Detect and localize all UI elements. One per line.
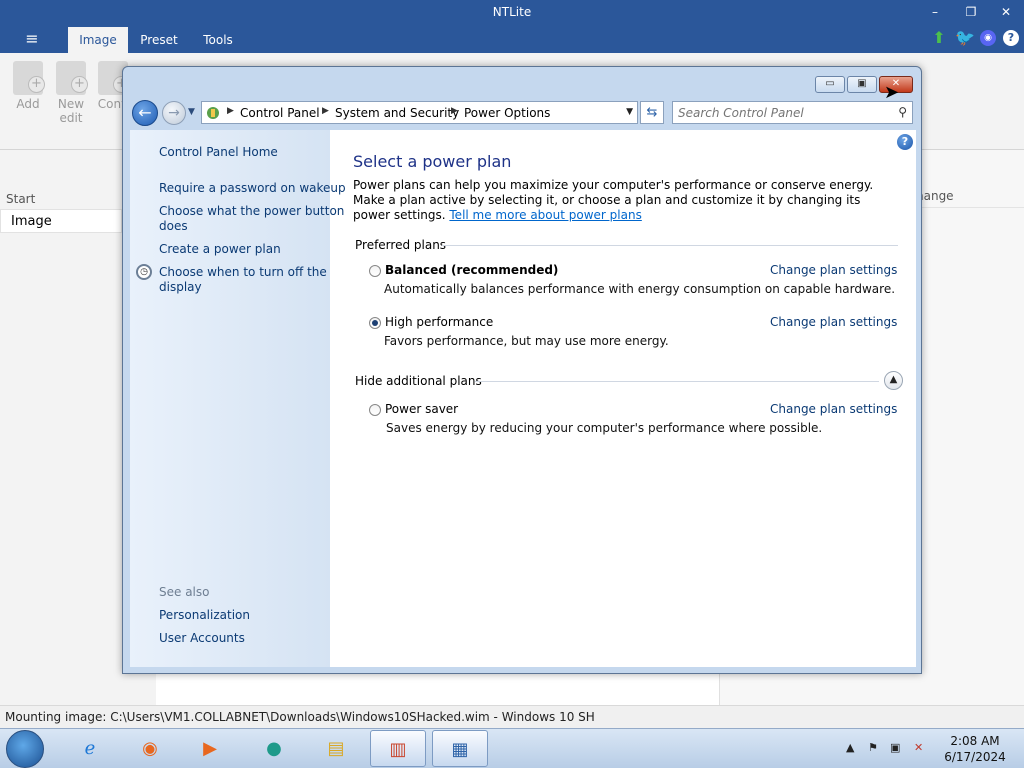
radio-balanced[interactable] xyxy=(369,265,381,277)
see-also-label: See also xyxy=(159,585,210,599)
start-header: Start xyxy=(6,192,36,206)
change-plan-balanced[interactable]: Change plan settings xyxy=(770,263,897,277)
firefox-icon[interactable]: ◉ xyxy=(122,730,178,767)
arrow-up-icon[interactable]: ⬆ xyxy=(930,29,948,47)
breadcrumb-separator-icon: ▶ xyxy=(227,106,234,116)
add-icon xyxy=(13,61,45,95)
address-bar[interactable]: ▶ Control Panel ▶ System and Security ▶ … xyxy=(201,101,638,124)
plan-desc-balanced: Automatically balances performance with … xyxy=(384,282,896,296)
collapse-chevron-icon[interactable]: ▲ xyxy=(884,371,903,390)
refresh-icon: ⇆ xyxy=(646,105,658,120)
status-bar: Mounting image: C:\Users\VM1.COLLABNET\D… xyxy=(0,705,1024,728)
flag-icon[interactable]: ⚑ xyxy=(868,741,878,754)
link-turn-off-display[interactable]: Choose when to turn off the xyxy=(159,265,327,280)
control-panel-icon[interactable]: ▦ xyxy=(432,730,488,767)
control-panel-window: ▭ ▣ ✕ ← → ▼ ▶ Control Panel ▶ System and… xyxy=(122,66,922,674)
help-icon[interactable]: ? xyxy=(897,134,913,150)
twitter-icon[interactable]: 🐦 xyxy=(955,29,975,47)
cp-minimize-button[interactable]: ▭ xyxy=(815,76,845,93)
volume-muted-icon[interactable]: ✕ xyxy=(914,741,923,754)
change-plan-power-saver[interactable]: Change plan settings xyxy=(770,402,897,416)
show-hidden-icons-icon[interactable]: ▲ xyxy=(846,741,854,754)
search-input[interactable] xyxy=(678,104,888,121)
link-require-password[interactable]: Require a password on wakeup xyxy=(159,181,346,196)
add-button[interactable]: Add xyxy=(10,61,46,111)
help-icon[interactable]: ? xyxy=(1003,30,1019,46)
search-box[interactable]: ⚲ xyxy=(672,101,913,124)
page-title: Select a power plan xyxy=(353,152,512,171)
network-icon[interactable]: ▣ xyxy=(890,741,900,754)
restore-button[interactable]: ❐ xyxy=(956,3,986,21)
control-panel-icon xyxy=(207,107,219,119)
forward-button[interactable]: → xyxy=(162,101,186,125)
link-turn-off-display-cont[interactable]: display xyxy=(159,280,202,295)
breadcrumb-system-security[interactable]: System and Security xyxy=(335,106,459,120)
search-icon[interactable]: ⚲ xyxy=(898,105,907,119)
link-personalization[interactable]: Personalization xyxy=(159,608,250,623)
link-control-panel-home[interactable]: Control Panel Home xyxy=(159,145,278,160)
app-icon[interactable]: ● xyxy=(246,730,302,767)
internet-explorer-icon[interactable]: ℯ xyxy=(62,730,118,767)
image-list-item[interactable]: Image xyxy=(0,209,122,233)
change-plan-high-performance[interactable]: Change plan settings xyxy=(770,315,897,329)
menu-icon[interactable]: ≡ xyxy=(22,28,42,50)
start-button[interactable] xyxy=(6,730,44,768)
refresh-button[interactable]: ⇆ xyxy=(640,101,664,124)
breadcrumb-power-options[interactable]: Power Options xyxy=(464,106,550,120)
task-pane: Control Panel Home Require a password on… xyxy=(130,130,346,667)
cp-maximize-button[interactable]: ▣ xyxy=(847,76,877,93)
divider xyxy=(475,381,879,382)
link-user-accounts[interactable]: User Accounts xyxy=(159,631,245,646)
new-edit-button[interactable]: New edit xyxy=(53,61,89,125)
recent-pages-dropdown[interactable]: ▼ xyxy=(188,107,195,117)
system-tray: ▲ ⚑ ▣ ✕ 2:08 AM 6/17/2024 xyxy=(838,730,1024,767)
control-panel-body: Control Panel Home Require a password on… xyxy=(130,130,916,667)
back-arrow-icon: ← xyxy=(138,103,152,122)
tab-tools[interactable]: Tools xyxy=(192,27,244,53)
minimize-button[interactable]: – xyxy=(920,3,950,21)
status-text: Mounting image: C:\Users\VM1.COLLABNET\D… xyxy=(5,710,595,724)
time-text: 2:08 AM xyxy=(950,734,1000,748)
tab-preset[interactable]: Preset xyxy=(132,27,186,53)
breadcrumb-separator-icon: ▶ xyxy=(451,106,458,116)
page-description: Power plans can help you maximize your c… xyxy=(353,178,874,222)
divider xyxy=(442,245,898,246)
tell-me-more-link[interactable]: Tell me more about power plans xyxy=(449,208,641,222)
date-text: 6/17/2024 xyxy=(944,750,1006,764)
tab-image[interactable]: Image xyxy=(68,27,128,53)
main-content: ? Select a power plan Power plans can he… xyxy=(330,130,916,667)
plan-name-balanced[interactable]: Balanced (recommended) xyxy=(385,263,558,277)
forward-arrow-icon: → xyxy=(168,105,180,121)
new-edit-icon xyxy=(56,61,88,95)
breadcrumb-separator-icon: ▶ xyxy=(322,106,329,116)
ntlite-titlebar: NTLite – ❐ ✕ ≡ Image Preset Tools ⬆ 🐦 ◉ … xyxy=(0,0,1024,53)
window-title: NTLite xyxy=(492,5,532,19)
plan-desc-high-performance: Favors performance, but may use more ene… xyxy=(384,334,669,348)
clock[interactable]: 2:08 AM 6/17/2024 xyxy=(936,733,1014,765)
address-dropdown-icon[interactable]: ▼ xyxy=(626,107,633,117)
link-power-button-cont[interactable]: does xyxy=(159,219,188,234)
link-power-button[interactable]: Choose what the power button xyxy=(159,204,344,219)
mouse-cursor-icon: ➤ xyxy=(884,82,900,103)
winrar-icon[interactable]: ▥ xyxy=(370,730,426,767)
discord-icon[interactable]: ◉ xyxy=(980,30,996,46)
plan-name-high-performance[interactable]: High performance xyxy=(385,315,493,329)
breadcrumb-control-panel[interactable]: Control Panel xyxy=(240,106,320,120)
hide-additional-plans-header[interactable]: Hide additional plans xyxy=(355,374,482,388)
radio-high-performance[interactable] xyxy=(369,317,381,329)
link-create-plan[interactable]: Create a power plan xyxy=(159,242,281,257)
plan-desc-power-saver: Saves energy by reducing your computer's… xyxy=(386,421,823,435)
file-explorer-icon[interactable]: ▤ xyxy=(308,730,364,767)
media-player-icon[interactable]: ▶ xyxy=(182,730,238,767)
clock-icon: ◷ xyxy=(136,264,152,280)
preferred-plans-header: Preferred plans xyxy=(355,238,447,252)
back-button[interactable]: ← xyxy=(132,100,158,126)
close-button[interactable]: ✕ xyxy=(991,3,1021,21)
radio-power-saver[interactable] xyxy=(369,404,381,416)
plan-name-power-saver[interactable]: Power saver xyxy=(385,402,458,416)
